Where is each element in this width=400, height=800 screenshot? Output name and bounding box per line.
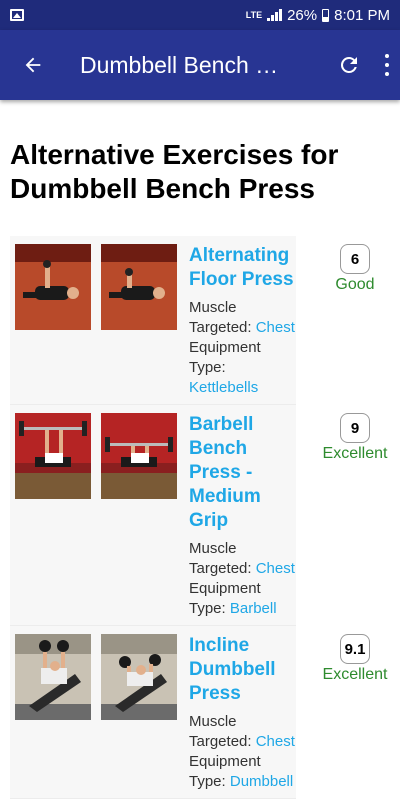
rating: 9 Excellent — [320, 413, 390, 463]
app-title: Dumbbell Bench Press — [80, 51, 290, 78]
refresh-icon[interactable] — [336, 52, 362, 78]
exercise-meta: Muscle Targeted: Chest Equipment Type: B… — [189, 539, 296, 619]
battery-icon — [322, 8, 330, 22]
equipment-link[interactable]: Barbell — [230, 600, 277, 617]
network-type: LTE — [245, 9, 263, 20]
equipment-link[interactable]: Kettlebells — [189, 379, 258, 396]
rating-score: 9 — [340, 413, 370, 443]
clock: 8:01 PM — [334, 6, 390, 24]
muscle-link[interactable]: Chest — [256, 733, 295, 750]
back-arrow-icon[interactable] — [18, 50, 48, 80]
list-item[interactable]: Incline Dumbbell Press Muscle Targeted: … — [10, 626, 390, 799]
exercise-meta: Muscle Targeted: Chest Equipment Type: D… — [189, 712, 296, 792]
exercise-title[interactable]: Incline Dumbbell Press — [189, 634, 296, 706]
rating-score: 9.1 — [339, 634, 371, 664]
exercise-card[interactable]: Alternating Floor Press Muscle Targeted:… — [10, 236, 296, 405]
app-bar: Dumbbell Bench Press — [0, 30, 400, 100]
exercise-card[interactable]: Incline Dumbbell Press Muscle Targeted: … — [10, 626, 296, 799]
exercise-photo-start[interactable] — [15, 634, 91, 720]
muscle-label: Muscle Targeted: — [189, 299, 256, 336]
rating-label: Good — [335, 276, 375, 293]
signal-icon — [267, 9, 283, 21]
equipment-link[interactable]: Dumbbell — [230, 773, 293, 790]
muscle-link[interactable]: Chest — [256, 560, 295, 577]
exercise-title[interactable]: Alternating Floor Press — [189, 244, 296, 292]
exercise-photo-end[interactable] — [101, 244, 177, 330]
exercise-meta: Muscle Targeted: Chest Equipment Type: K… — [189, 298, 296, 398]
rating: 6 Good — [320, 244, 390, 294]
rating-label: Excellent — [322, 666, 388, 683]
muscle-label: Muscle Targeted: — [189, 540, 256, 577]
image-notification-icon — [10, 9, 24, 21]
exercise-card[interactable]: Barbell Bench Press - Medium Grip Muscle… — [10, 405, 296, 626]
page-title: Alternative Exercises for Dumbbell Bench… — [10, 139, 339, 204]
exercise-photo-end[interactable] — [101, 634, 177, 720]
list-item[interactable]: Alternating Floor Press Muscle Targeted:… — [10, 236, 390, 405]
exercise-title[interactable]: Barbell Bench Press - Medium Grip — [189, 413, 296, 533]
muscle-link[interactable]: Chest — [256, 319, 295, 336]
status-bar: LTE 26% 8:01 PM — [0, 0, 400, 30]
rating-label: Excellent — [322, 445, 388, 462]
exercise-list: Alternating Floor Press Muscle Targeted:… — [0, 236, 400, 799]
exercise-photo-start[interactable] — [15, 413, 91, 499]
equipment-label: Equipment Type: — [189, 339, 261, 376]
more-vert-icon[interactable] — [382, 52, 392, 78]
exercise-photo-start[interactable] — [15, 244, 91, 330]
exercise-photo-end[interactable] — [101, 413, 177, 499]
battery-percent: 26% — [287, 6, 318, 24]
muscle-label: Muscle Targeted: — [189, 713, 256, 750]
list-item[interactable]: Barbell Bench Press - Medium Grip Muscle… — [10, 405, 390, 626]
rating-score: 6 — [340, 244, 370, 274]
rating: 9.1 Excellent — [320, 634, 390, 684]
